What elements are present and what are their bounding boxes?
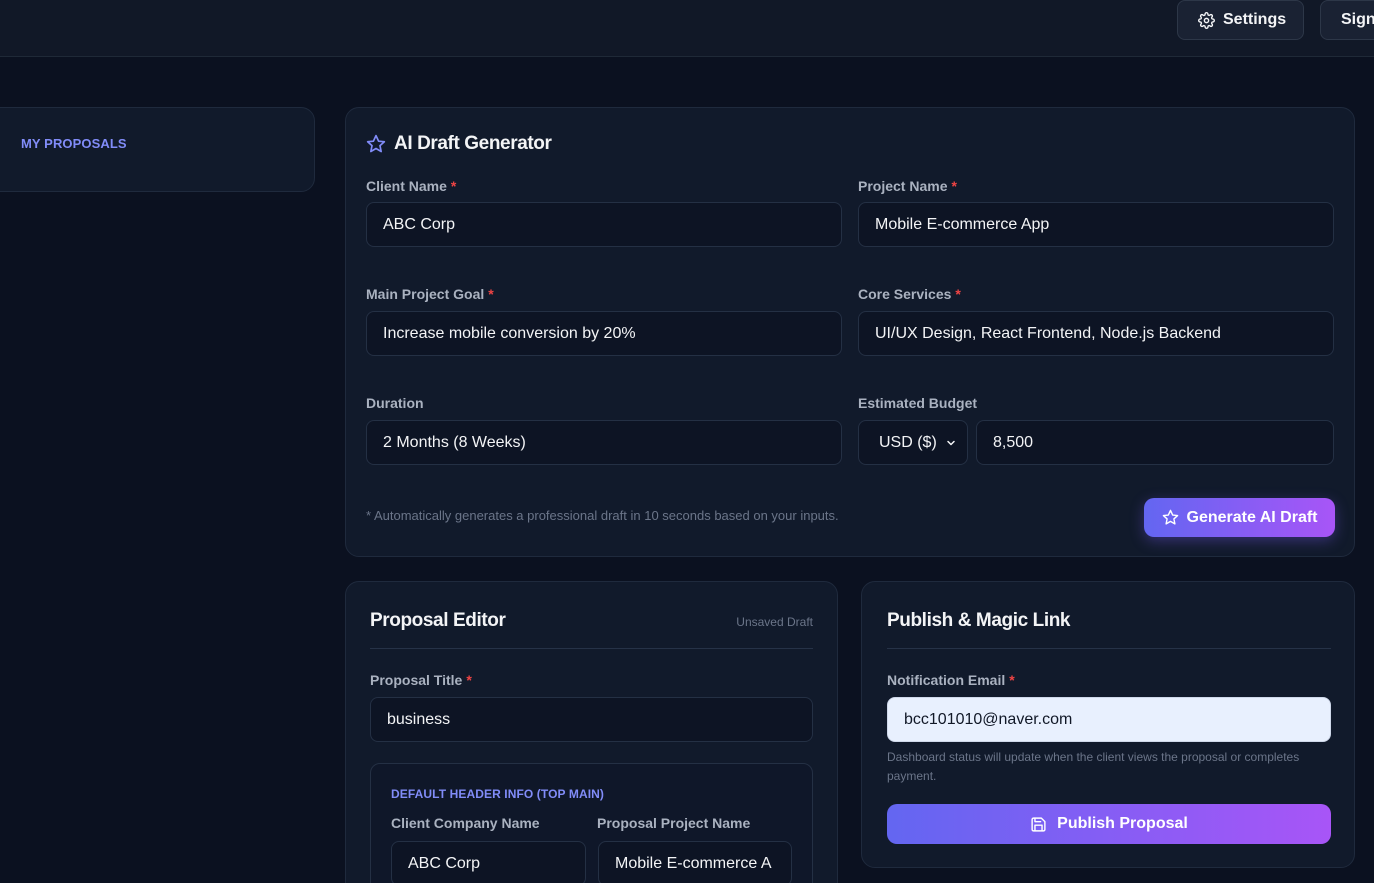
sign-label: Sign [1341, 11, 1374, 28]
chevron-down-icon [945, 437, 957, 449]
project-name-label: Project Name * [858, 178, 957, 194]
default-header-info-panel: DEFAULT HEADER INFO (TOP MAIN) Client Co… [370, 763, 813, 883]
proposal-project-input[interactable]: Mobile E-commerce A [598, 841, 792, 883]
project-name-input[interactable]: Mobile E-commerce App [858, 202, 1334, 247]
publish-proposal-label: Publish Proposal [1057, 815, 1188, 832]
publish-title: Publish & Magic Link [887, 610, 1071, 631]
main-goal-label: Main Project Goal * [366, 286, 494, 302]
settings-label: Settings [1223, 11, 1287, 28]
draft-status-badge: Unsaved Draft [736, 615, 813, 629]
settings-button[interactable]: Settings [1177, 0, 1304, 40]
client-name-input[interactable]: ABC Corp [366, 202, 842, 247]
publish-card: Publish & Magic Link Notification Email *… [861, 581, 1355, 868]
proposal-title-label: Proposal Title * [370, 672, 472, 688]
star-icon [366, 134, 386, 154]
currency-select[interactable]: USD ($) [858, 420, 968, 465]
client-name-label: Client Name * [366, 178, 457, 194]
client-company-label: Client Company Name [391, 815, 540, 831]
main-goal-input[interactable]: Increase mobile conversion by 20% [366, 311, 842, 356]
generator-hint: * Automatically generates a professional… [366, 508, 839, 523]
editor-title: Proposal Editor [370, 610, 506, 631]
generator-title-row: AI Draft Generator [366, 133, 552, 155]
sidebar-item-my-proposals[interactable]: MY PROPOSALS [21, 136, 127, 151]
notification-email-input[interactable]: bcc101010@naver.com [887, 697, 1331, 742]
client-company-input[interactable]: ABC Corp [391, 841, 586, 883]
core-services-label: Core Services * [858, 286, 961, 302]
proposal-project-label: Proposal Project Name [597, 815, 751, 831]
default-header-info-heading: DEFAULT HEADER INFO (TOP MAIN) [391, 787, 604, 801]
ai-draft-generator-card: AI Draft Generator Client Name * ABC Corp… [345, 107, 1355, 557]
star-icon [1162, 509, 1179, 526]
divider [887, 648, 1331, 649]
divider [370, 648, 813, 649]
currency-value: USD ($) [879, 433, 937, 451]
budget-amount-input[interactable]: 8,500 [976, 420, 1334, 465]
notification-email-label: Notification Email * [887, 672, 1015, 688]
top-bar: Settings Sign [0, 0, 1374, 57]
proposal-title-input[interactable]: business [370, 697, 813, 742]
duration-label: Duration [366, 395, 424, 411]
generate-ai-draft-button[interactable]: Generate AI Draft [1144, 498, 1335, 537]
gear-icon [1198, 11, 1215, 29]
duration-input[interactable]: 2 Months (8 Weeks) [366, 420, 842, 465]
budget-label: Estimated Budget [858, 395, 978, 411]
publish-hint: Dashboard status will update when the cl… [887, 750, 1300, 783]
core-services-input[interactable]: UI/UX Design, React Frontend, Node.js Ba… [858, 311, 1334, 356]
proposal-editor-card: Proposal Editor Unsaved Draft Proposal T… [345, 581, 838, 883]
save-icon [1030, 816, 1047, 833]
sign-button[interactable]: Sign [1320, 0, 1374, 40]
sidebar: MY PROPOSALS [0, 107, 315, 192]
publish-proposal-button[interactable]: Publish Proposal [887, 804, 1331, 844]
generate-ai-draft-label: Generate AI Draft [1186, 508, 1318, 526]
generator-title: AI Draft Generator [394, 133, 552, 154]
